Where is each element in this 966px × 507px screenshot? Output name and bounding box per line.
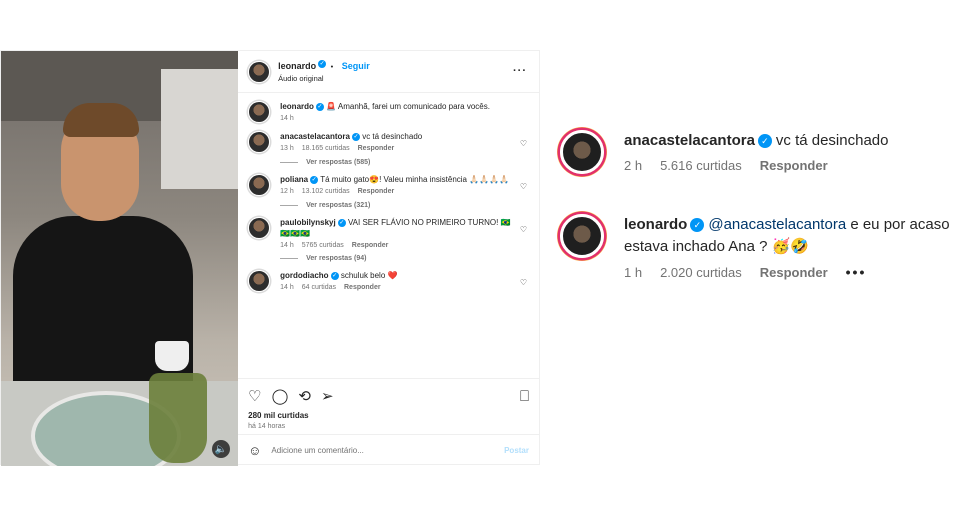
posted-time: há 14 horas <box>248 423 286 430</box>
emoji-icon[interactable]: ☺ <box>248 443 261 458</box>
avatar[interactable] <box>248 270 271 292</box>
comment-text: Tá muito gato😍! Valeu minha insistência … <box>320 175 510 184</box>
comment-likes[interactable]: 64 curtidas <box>302 284 336 291</box>
caption-emoji: 🚨 <box>326 102 337 111</box>
comment-username[interactable]: poliana <box>280 175 308 184</box>
comment-username[interactable]: anacastelacantora <box>280 132 350 141</box>
comment-username[interactable]: gordodiacho <box>280 271 328 280</box>
post-button[interactable]: Postar <box>504 446 529 455</box>
post-header: leonardo ✓ • Seguir Áudio original ··· <box>238 51 539 93</box>
post-sidebar: leonardo ✓ • Seguir Áudio original ··· le… <box>238 51 539 466</box>
comment-username[interactable]: anacastelacantora <box>624 132 755 149</box>
comment-likes[interactable]: 2.020 curtidas <box>660 265 742 280</box>
comment-time: 12 h <box>280 188 294 195</box>
comment-time: 1 h <box>624 265 643 280</box>
comment-text: schuluk belo ❤️ <box>340 271 398 280</box>
avatar[interactable] <box>248 60 271 83</box>
comment-text: vc tá desinchado <box>775 132 889 149</box>
comment: gordodiacho ✓ schuluk belo ❤️ 14 h 64 curt… <box>248 270 529 292</box>
bookmark-icon[interactable]: ⎕ <box>520 388 529 405</box>
comment: poliana ✓ Tá muito gato😍! Valeu minha ins… <box>248 174 529 196</box>
dot-separator: • <box>330 61 334 71</box>
comment-text: vc tá desinchado <box>362 132 423 141</box>
like-heart-icon[interactable]: ♡ <box>520 278 527 287</box>
video-glass <box>149 373 207 463</box>
like-heart-icon[interactable]: ♡ <box>520 225 527 234</box>
like-heart-icon[interactable]: ♡ <box>520 182 527 191</box>
avatar[interactable] <box>248 131 271 153</box>
zoom-comment: leonardo ✓ @anacastelacantora e eu por aca… <box>560 214 960 280</box>
view-replies[interactable]: Ver respostas (321) <box>280 202 529 209</box>
comments-list[interactable]: leonardo ✓ 🚨 Amanhã, farei um comunicado … <box>238 93 539 378</box>
caption-username[interactable]: leonardo <box>280 102 314 111</box>
comment-input[interactable]: Adicione um comentário... <box>271 446 504 455</box>
avatar[interactable] <box>560 214 604 258</box>
comment-time: 14 h <box>280 242 294 249</box>
follow-button[interactable]: Seguir <box>342 61 370 71</box>
audio-label[interactable]: Áudio original <box>278 73 370 85</box>
verified-icon: ✓ <box>330 271 339 280</box>
instagram-post: 🔈 leonardo✓ • Seguir Áudio original ··· <box>0 50 540 466</box>
comment-time: 14 h <box>280 284 294 291</box>
comment-username[interactable]: paulobilynskyj <box>280 218 336 227</box>
video-person-hair <box>63 103 139 137</box>
post-video[interactable]: 🔈 <box>1 51 239 466</box>
video-cup <box>155 341 189 371</box>
reply-button[interactable]: Responder <box>358 145 395 152</box>
reply-button[interactable]: Responder <box>344 284 381 291</box>
video-window <box>161 69 239 189</box>
comment-likes[interactable]: 18.165 curtidas <box>302 145 350 152</box>
post-header-meta: leonardo ✓ • Seguir Áudio original <box>278 59 370 85</box>
caption-text: Amanhã, farei um comunicado para vocês. <box>337 102 490 111</box>
caption-time: 14 h <box>280 115 294 122</box>
view-replies[interactable]: Ver respostas (585) <box>280 159 529 166</box>
share-icon[interactable]: ➢ <box>321 387 334 405</box>
comment: paulobilynskyj ✓ VAI SER FLÁVIO NO PRIMEI… <box>248 217 529 249</box>
comment-icon[interactable]: ◯ <box>272 387 289 405</box>
caption: leonardo ✓ 🚨 Amanhã, farei um comunicado … <box>248 101 529 123</box>
zoom-comment: anacastelacantora ✓ vc tá desinchado 2 h 5.… <box>560 130 960 174</box>
comment-username[interactable]: leonardo <box>624 216 687 233</box>
like-icon[interactable]: ♡ <box>248 387 261 405</box>
verified-icon: ✓ <box>310 175 319 184</box>
zoomed-comments: anacastelacantora ✓ vc tá desinchado 2 h 5.… <box>560 130 960 280</box>
verified-icon: ✓ <box>337 218 346 227</box>
avatar[interactable] <box>248 101 271 123</box>
verified-icon: ✓ <box>315 102 324 111</box>
reply-button[interactable]: Responder <box>358 188 395 195</box>
reply-button[interactable]: Responder <box>760 158 828 173</box>
comment-likes[interactable]: 5765 curtidas <box>302 242 344 249</box>
comment: anacastelacantora ✓ vc tá desinchado 13 h… <box>248 131 529 153</box>
comment-time: 13 h <box>280 145 294 152</box>
mute-icon[interactable]: 🔈 <box>212 440 231 458</box>
view-replies[interactable]: Ver respostas (94) <box>280 255 529 262</box>
comment-likes[interactable]: 5.616 curtidas <box>660 158 742 173</box>
post-actions: ♡ ◯ ⟲ ➢ ⎕ 280 mil curtidas há 14 horas <box>238 378 539 434</box>
post-username[interactable]: leonardo <box>278 61 316 71</box>
reply-button[interactable]: Responder <box>760 265 828 280</box>
verified-icon: ✓ <box>318 60 327 69</box>
avatar[interactable] <box>560 130 604 174</box>
verified-icon: ✓ <box>690 218 705 232</box>
add-comment-bar: ☺ Adicione um comentário... Postar <box>238 434 539 466</box>
verified-icon: ✓ <box>351 132 360 141</box>
mention-link[interactable]: @anacastelacantora <box>708 216 846 233</box>
avatar[interactable] <box>248 174 271 196</box>
screenshot-composite: 🔈 leonardo✓ • Seguir Áudio original ··· <box>0 0 966 507</box>
repost-icon[interactable]: ⟲ <box>298 387 311 405</box>
more-options-icon[interactable]: ••• <box>846 264 867 280</box>
like-heart-icon[interactable]: ♡ <box>520 139 527 148</box>
comment-time: 2 h <box>624 158 643 173</box>
likes-count[interactable]: 280 mil curtidas <box>248 411 529 420</box>
more-options-icon[interactable]: ··· <box>513 65 527 77</box>
avatar[interactable] <box>248 217 271 239</box>
comment-likes[interactable]: 13.102 curtidas <box>302 188 350 195</box>
verified-icon: ✓ <box>757 134 772 148</box>
reply-button[interactable]: Responder <box>352 242 389 249</box>
